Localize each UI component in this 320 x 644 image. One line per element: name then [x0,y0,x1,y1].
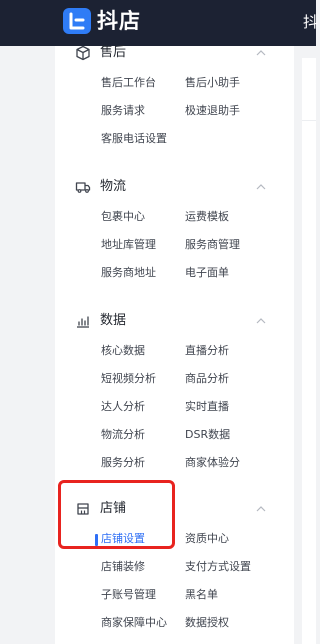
section-title: 物流 [100,179,127,194]
truck-icon [75,182,91,193]
sidebar-item-merchant-experience-score[interactable]: 商家体验分 [185,455,240,471]
sidebar-item-influencer-analysis[interactable]: 达人分析 [101,399,145,415]
sidebar-item-parcel-center[interactable]: 包裹中心 [101,209,145,225]
sidebar-item-merchant-guarantee-center[interactable]: 商家保障中心 [101,615,167,631]
sidebar-item-short-video-analysis[interactable]: 短视频分析 [101,371,156,387]
sidebar-item-data-authorization[interactable]: 数据授权 [185,615,229,631]
chart-bars-icon [77,316,89,328]
sidebar-section-after-sales[interactable]: 售后 [75,42,275,64]
top-bar: 抖店 抖 [0,0,318,46]
sidebar-item-e-waybill[interactable]: 电子面单 [185,265,229,281]
sidebar-item-service-analysis[interactable]: 服务分析 [101,455,145,471]
sidebar-item-realtime-live[interactable]: 实时直播 [185,399,229,415]
top-nav-truncated-item[interactable]: 抖 [303,12,318,32]
sidebar-item-shipping-template[interactable]: 运费模板 [185,209,229,225]
sidebar-item-provider-management[interactable]: 服务商管理 [185,237,240,253]
brand-name[interactable]: 抖店 [97,6,141,36]
sidebar-item-core-data[interactable]: 核心数据 [101,343,145,359]
sidebar [55,46,294,644]
package-box-icon [76,45,90,61]
chevron-up-icon[interactable] [256,505,266,513]
section-title: 售后 [100,45,127,60]
chevron-up-icon[interactable] [256,183,266,191]
chevron-up-icon[interactable] [256,317,266,325]
sidebar-item-address-book[interactable]: 地址库管理 [101,237,156,253]
sidebar-item-payment-method-settings[interactable]: 支付方式设置 [185,559,251,575]
main-content-card [302,58,316,644]
sidebar-item-after-sales-workbench[interactable]: 售后工作台 [101,75,156,91]
sidebar-item-logistics-analysis[interactable]: 物流分析 [101,427,145,443]
chevron-up-icon[interactable] [256,49,266,57]
main-content-divider [302,120,316,121]
sidebar-item-product-analysis[interactable]: 商品分析 [185,371,229,387]
sidebar-item-provider-address[interactable]: 服务商地址 [101,265,156,281]
sidebar-item-service-request[interactable]: 服务请求 [101,103,145,119]
sidebar-item-fast-refund-assistant[interactable]: 极速退助手 [185,103,240,119]
sidebar-item-sub-account-management[interactable]: 子账号管理 [101,587,156,603]
douyin-shop-logo-icon[interactable] [63,8,91,34]
sidebar-item-live-analysis[interactable]: 直播分析 [185,343,229,359]
annotation-highlight-box [58,480,175,549]
section-title: 数据 [100,313,127,328]
sidebar-item-blacklist[interactable]: 黑名单 [185,587,218,603]
sidebar-section-data[interactable]: 数据 [75,310,275,332]
sidebar-item-after-sales-assistant[interactable]: 售后小助手 [185,75,240,91]
sidebar-item-qualification-center[interactable]: 资质中心 [185,531,229,547]
sidebar-item-service-phone-settings[interactable]: 客服电话设置 [101,131,167,147]
sidebar-item-dsr-data[interactable]: DSR数据 [185,427,230,443]
sidebar-item-store-decoration[interactable]: 店铺装修 [101,559,145,575]
sidebar-section-logistics[interactable]: 物流 [75,176,275,198]
